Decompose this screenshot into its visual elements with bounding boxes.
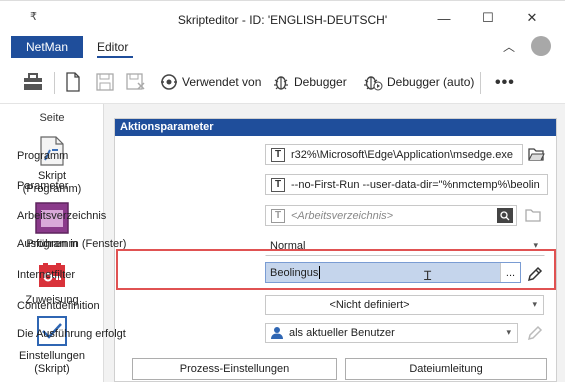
maximize-button[interactable]: ☐ [476,7,500,29]
parameter-value: --no-First-Run --user-data-dir="%nmctemp… [291,178,540,191]
folder-icon-disabled [524,206,542,224]
dateiumleitung-button[interactable]: Dateiumleitung [345,358,547,380]
debugger-button[interactable]: Debugger [272,70,347,94]
edit-pencil-icon[interactable] [526,265,544,283]
sidebar-heading: Seite [39,112,65,124]
internetfilter-browse-button[interactable]: ... [500,263,520,282]
user-icon [271,327,283,339]
title-bar: ₹ Skripteditor - ID: 'ENGLISH-DEUTSCH' —… [0,0,565,34]
tab-netman[interactable]: NetMan [11,36,83,58]
contentdefinition-select[interactable]: <Nicht definiert> ▾ [265,295,544,315]
programm-label: Programm [17,150,69,162]
close-button[interactable]: ✕ [520,7,544,29]
parameter-label: Parameter [17,180,69,192]
debugger-auto-button[interactable]: Debugger (auto) [363,70,474,94]
ausfuehrung-value: als aktueller Benutzer [289,327,395,339]
text-type-icon: T [271,177,285,192]
internetfilter-field[interactable]: Beolingus Ɪ ... [265,262,521,283]
i-beam-cursor-icon: Ɪ [424,268,432,282]
internetfilter-input[interactable]: Beolingus Ɪ [266,263,500,282]
parameter-field[interactable]: T --no-First-Run --user-data-dir="%nmcte… [265,174,548,195]
save-button[interactable] [96,70,114,94]
uses-icon [161,74,177,90]
toolbox-icon [24,73,42,90]
arbeitsverzeichnis-label: Arbeitsverzeichnis [17,210,107,222]
text-type-icon: T [271,208,285,223]
new-document-icon [66,72,80,92]
new-button[interactable] [65,70,81,94]
collapse-ribbon-icon[interactable]: ︿ [503,38,515,55]
browse-search-icon[interactable] [497,208,513,223]
minimize-button[interactable]: — [432,7,456,29]
folder-open-icon[interactable] [527,145,545,163]
edit-pencil-icon-disabled [526,324,544,342]
ribbon-tabs: NetMan Editor ︿ [0,34,565,60]
contentdefinition-label: Contentdefinition [17,300,100,312]
tab-editor[interactable]: Editor [97,40,128,54]
chevron-down-icon: ▾ [506,327,511,337]
save-icon [96,73,114,91]
contentdefinition-value: <Nicht definiert> [329,299,410,311]
text-type-icon: T [271,147,285,162]
arbeitsverzeichnis-field[interactable]: T <Arbeitsverzeichnis> [265,205,517,226]
uses-button[interactable]: Verwendet von [160,70,261,94]
ausfuehren-label: Ausführen in (Fenster) [17,238,127,250]
chevron-down-icon: ▾ [532,299,537,309]
arbeitsverzeichnis-placeholder: <Arbeitsverzeichnis> [291,209,394,222]
toolbar-separator [54,72,55,94]
save-close-icon [126,73,145,90]
ausfuehrung-label: Die Ausführung erfolgt [17,328,126,340]
sidebar-item-label: Einstellungen (Skript) [18,350,86,375]
ausfuehrung-select[interactable]: als aktueller Benutzer ▾ [265,323,518,343]
avatar[interactable] [531,36,551,56]
programm-value: r32%\Microsoft\Edge\Application\msedge.e… [291,148,513,161]
active-tab-indicator [97,56,133,58]
internetfilter-value: Beolingus [270,266,319,279]
programm-field[interactable]: T r32%\Microsoft\Edge\Application\msedge… [265,144,523,165]
debugger-auto-label: Debugger (auto) [387,75,475,89]
debugger-label: Debugger [294,75,347,89]
bug-auto-icon [364,76,383,91]
uses-label: Verwendet von [182,75,262,89]
sidebar-item-einstellungen[interactable]: Einstellungen (Skript) [0,316,104,376]
toolbox-button[interactable] [22,70,44,94]
internetfilter-label: Internetfilter [17,269,76,281]
text-cursor [319,266,321,279]
toolbar: Verwendet von Debugger Debugger (auto) •… [0,60,565,104]
panel-title: Aktionsparameter [115,119,556,136]
prozess-einstellungen-button[interactable]: Prozess-Einstellungen [132,358,337,380]
save-close-button[interactable] [126,70,146,94]
toolbar-separator [480,72,481,94]
bug-icon [274,76,288,90]
more-options-button[interactable]: ••• [495,74,515,92]
